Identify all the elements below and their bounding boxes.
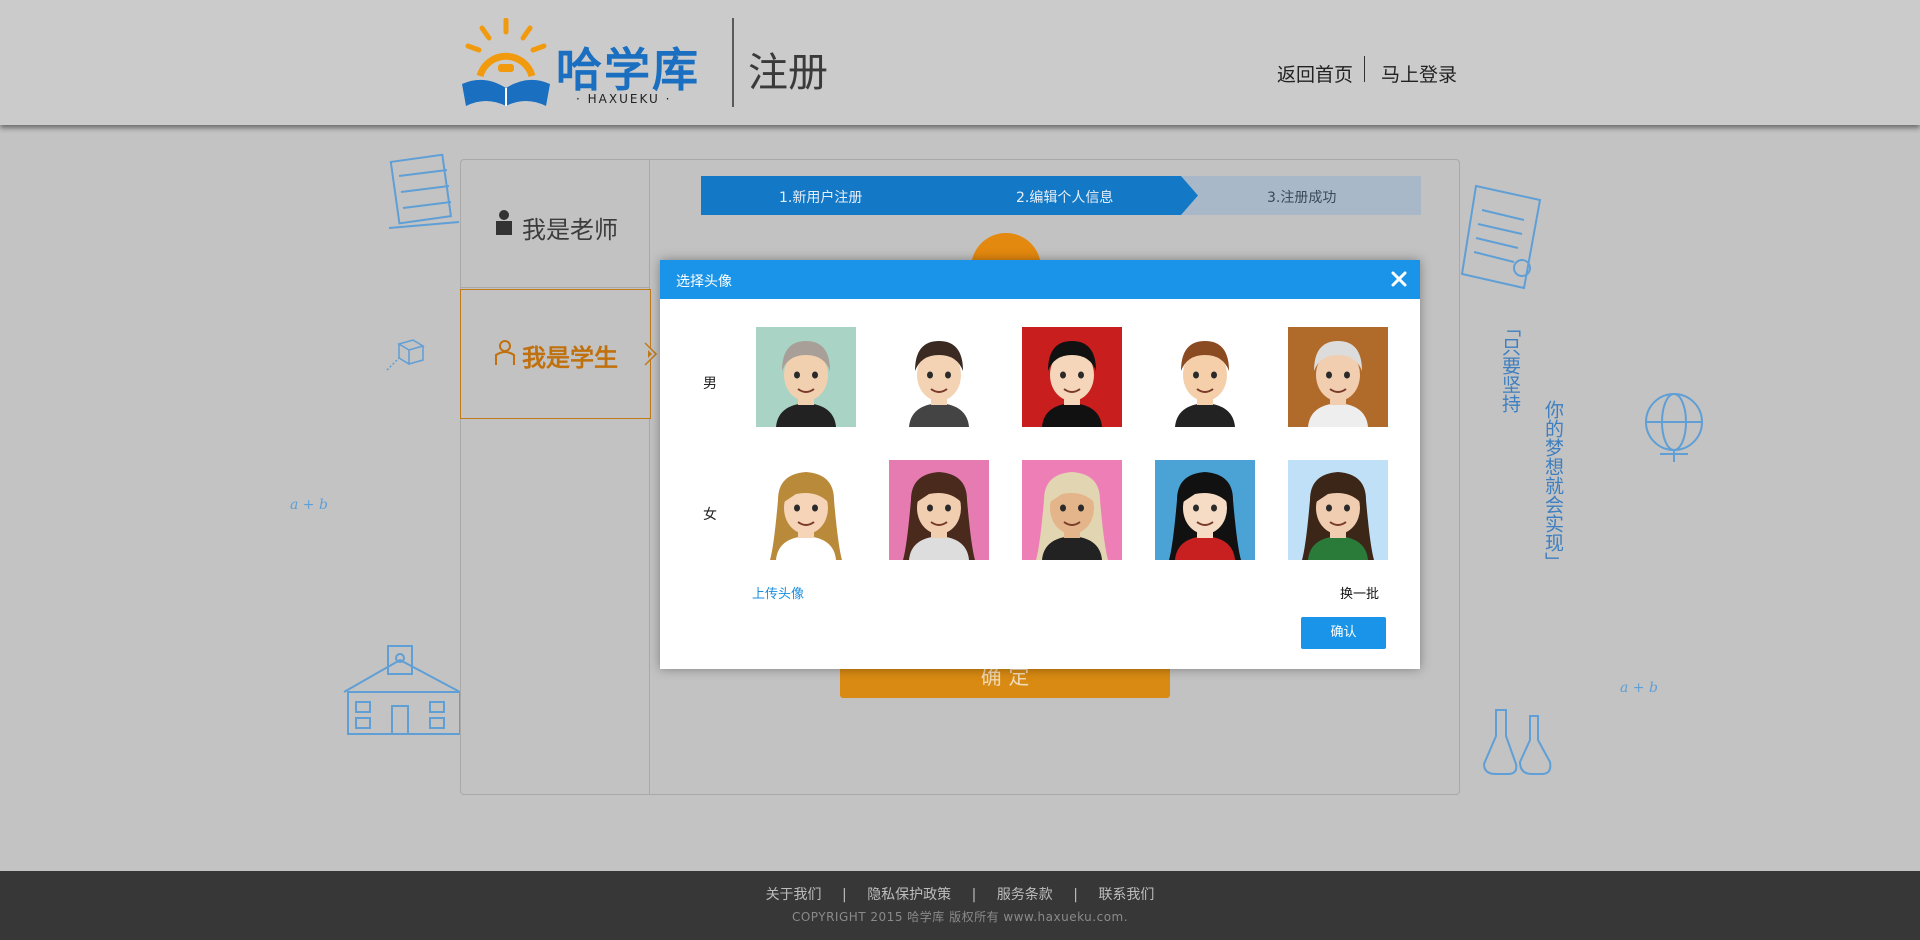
female-avatar-3[interactable] <box>1022 460 1122 560</box>
footer-separator: | <box>1073 887 1078 903</box>
caret-right-icon <box>644 342 658 366</box>
logo-subtext: · HAXUEKU · <box>576 92 672 106</box>
student-icon <box>495 340 515 365</box>
site-footer: 关于我们 | 隐私保护政策 | 服务条款 | 联系我们 COPYRIGHT 20… <box>0 871 1920 940</box>
male-avatar-5[interactable] <box>1288 327 1388 427</box>
dialog-confirm-button[interactable]: 确认 <box>1301 617 1386 649</box>
step-1: 1.新用户注册 <box>779 190 863 206</box>
site-header: 哈学库 · HAXUEKU · 注册 返回首页 马上登录 <box>0 0 1920 125</box>
copyright: COPYRIGHT 2015 哈学库 版权所有 www.haxueku.com. <box>791 910 1129 924</box>
male-avatar-1[interactable] <box>756 327 856 427</box>
role-student[interactable]: 我是学生 <box>460 289 658 419</box>
swap-batch-link[interactable]: 换一批 <box>1340 583 1379 602</box>
site-logo[interactable]: 哈学库 · HAXUEKU · <box>460 17 720 110</box>
abacus-icon <box>388 153 460 229</box>
footer-link-contact[interactable]: 联系我们 <box>1098 887 1154 903</box>
female-label: 女 <box>703 507 717 523</box>
footer-separator: | <box>842 887 847 903</box>
logo-text: 哈学库 <box>556 43 700 97</box>
female-avatar-4[interactable] <box>1155 460 1255 560</box>
flask-icon <box>1482 709 1552 775</box>
quote-left: 「只要坚持 <box>1499 318 1521 413</box>
cube-icon <box>386 339 425 371</box>
footer-link-about[interactable]: 关于我们 <box>766 887 822 903</box>
nav-divider <box>1364 56 1365 82</box>
step-3: 3.注册成功 <box>1267 190 1337 206</box>
login-link[interactable]: 马上登录 <box>1381 60 1457 87</box>
role-teacher[interactable]: 我是老师 <box>461 160 650 288</box>
footer-links: 关于我们 | 隐私保护政策 | 服务条款 | 联系我们 <box>0 884 1920 904</box>
dialog-header: 选择头像 <box>660 260 1420 299</box>
male-label: 男 <box>703 376 717 392</box>
dialog-title: 选择头像 <box>676 274 732 290</box>
page-title: 注册 <box>748 50 828 96</box>
footer-link-privacy[interactable]: 隐私保护政策 <box>867 887 951 903</box>
step-2: 2.编辑个人信息 <box>1016 190 1114 206</box>
upload-avatar-link[interactable]: 上传头像 <box>752 583 804 602</box>
role-sidebar: 我是老师 我是学生 <box>460 160 658 794</box>
female-avatar-5[interactable] <box>1288 460 1388 560</box>
male-avatar-2[interactable] <box>889 327 989 427</box>
close-icon[interactable] <box>1388 268 1410 290</box>
female-avatar-2[interactable] <box>889 460 989 560</box>
confirm-button[interactable]: 确 定 <box>840 664 1170 698</box>
role-student-label: 我是学生 <box>522 344 618 372</box>
male-avatar-3[interactable] <box>1022 327 1122 427</box>
progress-steps: 1.新用户注册 2.编辑个人信息 3.注册成功 <box>701 176 1421 215</box>
role-teacher-label: 我是老师 <box>522 216 618 244</box>
header-divider <box>732 18 734 107</box>
home-link[interactable]: 返回首页 <box>1277 60 1353 87</box>
formula-left: a + b <box>290 497 328 513</box>
school-building-icon <box>343 645 461 735</box>
formula-right: a + b <box>1620 680 1658 696</box>
footer-link-terms[interactable]: 服务条款 <box>997 887 1053 903</box>
female-avatar-1[interactable] <box>756 460 856 560</box>
select-avatar-dialog: 选择头像 男 女 上传头像 换一批 确认 <box>660 260 1420 669</box>
quote-right: 你的梦想就会实现」 <box>1542 400 1564 571</box>
footer-separator: | <box>971 887 977 903</box>
male-avatar-4[interactable] <box>1155 327 1255 427</box>
globe-icon <box>1645 393 1703 462</box>
paper-icon <box>1460 184 1542 290</box>
teacher-icon <box>496 210 512 235</box>
